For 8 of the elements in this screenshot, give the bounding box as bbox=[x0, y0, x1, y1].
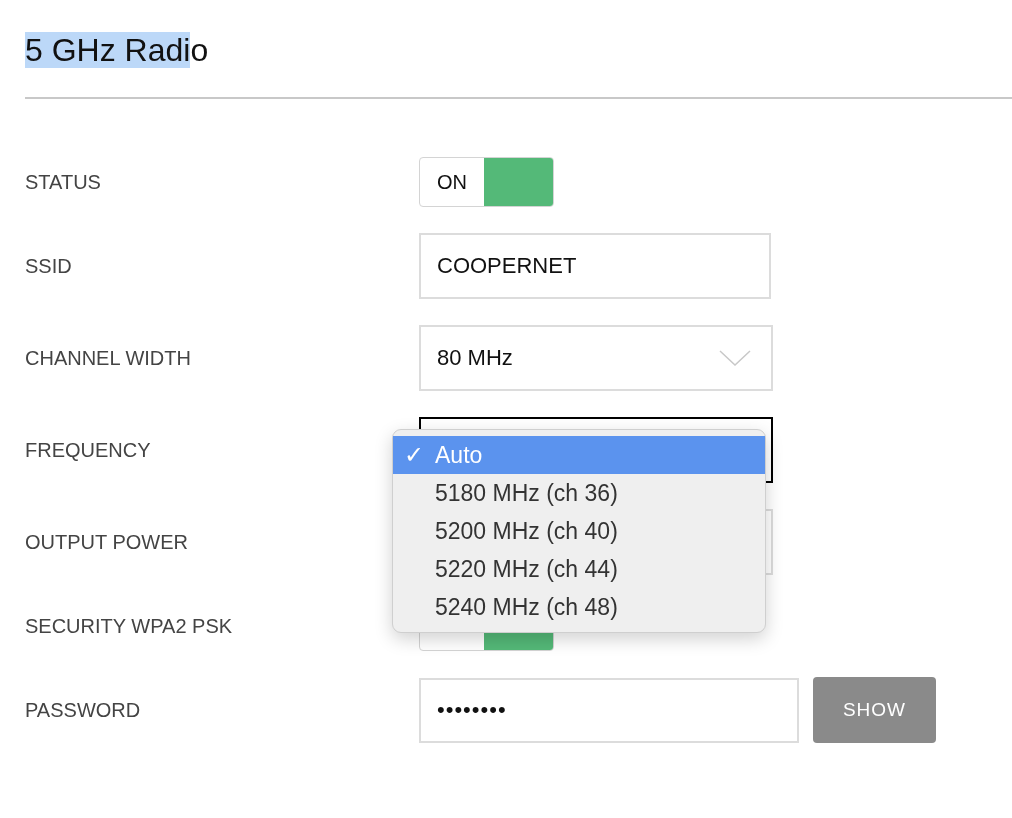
field-label: OUTPUT POWER bbox=[25, 530, 188, 553]
field-label: STATUS bbox=[25, 170, 101, 193]
field-label: FREQUENCY bbox=[25, 438, 151, 461]
field-label: SSID bbox=[25, 254, 72, 277]
field-label: PASSWORD bbox=[25, 698, 141, 721]
page-title: 5 GHz Radio bbox=[25, 31, 209, 69]
field-label: CHANNEL WIDTH bbox=[25, 346, 191, 369]
field-label: SECURITY WPA2 PSK bbox=[25, 614, 233, 637]
